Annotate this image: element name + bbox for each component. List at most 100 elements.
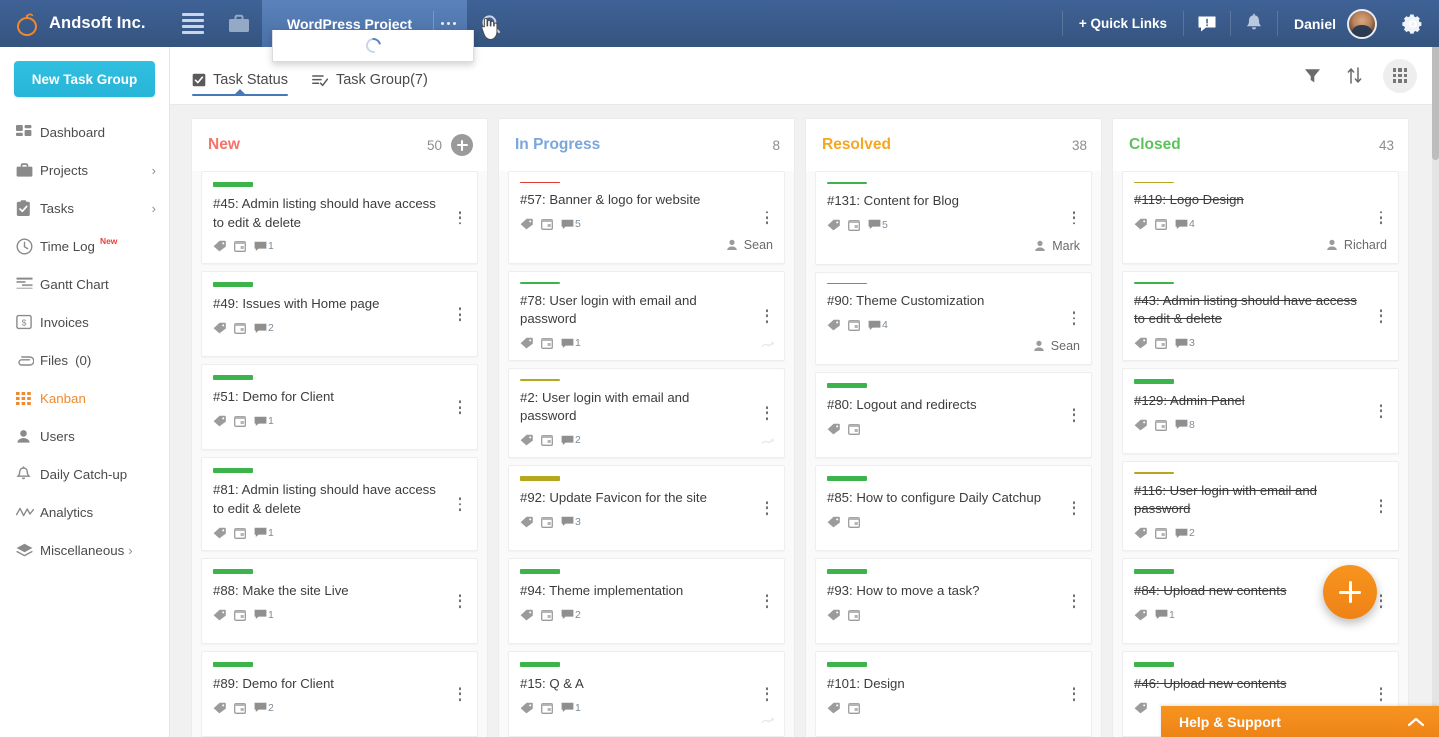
calendar-icon[interactable]: [1155, 218, 1167, 231]
calendar-icon[interactable]: [848, 319, 860, 331]
comment-group[interactable]: 2: [254, 702, 274, 714]
add-task-fab-button[interactable]: [1323, 565, 1377, 619]
card-options-kebab[interactable]: [452, 210, 468, 225]
task-card[interactable]: #81: Admin listing should have access to…: [201, 457, 478, 551]
card-options-kebab[interactable]: [452, 497, 468, 511]
tag-icon[interactable]: [1134, 337, 1147, 349]
card-options-kebab[interactable]: [1373, 210, 1389, 225]
tag-icon[interactable]: [827, 516, 840, 528]
task-card[interactable]: #49: Issues with Home page 2: [201, 271, 478, 358]
calendar-icon[interactable]: [541, 218, 553, 231]
calendar-icon[interactable]: [234, 415, 246, 428]
comment-group[interactable]: 1: [1155, 609, 1175, 621]
sidebar-item-kanban[interactable]: Kanban: [0, 379, 169, 417]
tag-icon[interactable]: [1134, 527, 1147, 539]
task-card[interactable]: #116: User login with email and password…: [1122, 461, 1399, 551]
comment-group[interactable]: 1: [561, 337, 581, 349]
task-card[interactable]: #78: User login with email and password 1: [508, 271, 785, 362]
comment-group[interactable]: 1: [254, 609, 274, 621]
comment-group[interactable]: 5: [561, 218, 581, 230]
comment-group[interactable]: 2: [561, 434, 581, 446]
task-card[interactable]: #85: How to configure Daily Catchup: [815, 465, 1092, 551]
card-options-kebab[interactable]: [452, 307, 468, 322]
grid-view-icon[interactable]: [1383, 58, 1417, 93]
tag-icon[interactable]: [520, 337, 533, 349]
comment-group[interactable]: 2: [1175, 527, 1195, 539]
comment-group[interactable]: 1: [254, 527, 274, 539]
card-options-kebab[interactable]: [759, 501, 775, 515]
tag-icon[interactable]: [1134, 419, 1147, 431]
task-assignee[interactable]: Richard: [1134, 230, 1387, 252]
sort-arrows-icon[interactable]: [1341, 63, 1367, 89]
new-task-group-button[interactable]: New Task Group: [14, 61, 155, 97]
task-card[interactable]: #45: Admin listing should have access to…: [201, 171, 478, 265]
sidebar-item-projects[interactable]: Projects ›: [0, 151, 169, 189]
card-options-kebab[interactable]: [1066, 594, 1082, 608]
add-card-button[interactable]: [451, 134, 473, 156]
task-card[interactable]: #15: Q & A 1: [508, 651, 785, 737]
calendar-icon[interactable]: [541, 337, 553, 349]
task-assignee[interactable]: Sean: [520, 230, 773, 252]
comment-group[interactable]: 4: [1175, 218, 1195, 230]
calendar-icon[interactable]: [1155, 527, 1167, 539]
help-and-support-bar[interactable]: Help & Support: [1161, 706, 1439, 737]
tag-icon[interactable]: [1134, 702, 1147, 714]
comment-group[interactable]: 3: [561, 516, 581, 528]
sidebar-item-analytics[interactable]: Analytics: [0, 493, 169, 531]
task-card[interactable]: #57: Banner & logo for website 5 Sean: [508, 171, 785, 265]
tag-icon[interactable]: [520, 702, 533, 714]
calendar-icon[interactable]: [234, 240, 246, 253]
hamburger-menu-icon[interactable]: [170, 0, 216, 47]
task-card[interactable]: #90: Theme Customization 4 Sean: [815, 271, 1092, 365]
card-options-kebab[interactable]: [452, 594, 468, 608]
comment-group[interactable]: 1: [254, 415, 274, 427]
card-options-kebab[interactable]: [759, 210, 775, 225]
sidebar-item-tasks[interactable]: Tasks ›: [0, 189, 169, 227]
card-options-kebab[interactable]: [1066, 311, 1082, 326]
avatar[interactable]: [1347, 8, 1377, 39]
calendar-icon[interactable]: [848, 516, 860, 528]
sidebar-item-gantt-chart[interactable]: Gantt Chart: [0, 265, 169, 303]
gear-icon[interactable]: [1387, 0, 1439, 47]
comment-group[interactable]: 2: [561, 609, 581, 621]
task-card[interactable]: #101: Design: [815, 651, 1092, 737]
tag-icon[interactable]: [827, 219, 840, 231]
sidebar-item-invoices[interactable]: $ Invoices: [0, 303, 169, 341]
tag-icon[interactable]: [1134, 609, 1147, 621]
calendar-icon[interactable]: [848, 219, 860, 231]
sidebar-item-daily-catch-up[interactable]: Daily Catch-up: [0, 455, 169, 493]
sidebar-item-files[interactable]: Files (0): [0, 341, 169, 379]
calendar-icon[interactable]: [541, 702, 553, 714]
tag-icon[interactable]: [520, 516, 533, 528]
search-icon[interactable]: [467, 0, 515, 47]
task-card[interactable]: #80: Logout and redirects: [815, 372, 1092, 458]
quick-links-button[interactable]: + Quick Links: [1063, 0, 1183, 47]
calendar-icon[interactable]: [848, 702, 860, 714]
calendar-icon[interactable]: [234, 322, 246, 335]
task-card[interactable]: #88: Make the site Live 1: [201, 557, 478, 644]
calendar-icon[interactable]: [541, 609, 553, 621]
calendar-icon[interactable]: [541, 434, 553, 446]
tag-icon[interactable]: [213, 702, 226, 714]
chevron-up-icon[interactable]: [1407, 716, 1425, 728]
card-options-kebab[interactable]: [1066, 210, 1082, 225]
comment-group[interactable]: 8: [1175, 419, 1195, 431]
tag-icon[interactable]: [520, 609, 533, 621]
card-options-kebab[interactable]: [759, 594, 775, 608]
card-options-kebab[interactable]: [1373, 404, 1389, 418]
announcement-icon[interactable]: [1184, 0, 1230, 47]
drag-handle[interactable]: [761, 437, 774, 448]
task-card[interactable]: #131: Content for Blog 5 Mark: [815, 171, 1092, 265]
task-card[interactable]: #94: Theme implementation 2: [508, 558, 785, 644]
page-scrollbar[interactable]: [1432, 0, 1439, 737]
tag-icon[interactable]: [827, 702, 840, 714]
card-options-kebab[interactable]: [1066, 687, 1082, 701]
task-assignee[interactable]: Sean: [827, 331, 1080, 353]
task-card[interactable]: #93: How to move a task?: [815, 558, 1092, 644]
card-options-kebab[interactable]: [1373, 687, 1389, 701]
tag-icon[interactable]: [213, 415, 226, 427]
tag-icon[interactable]: [827, 609, 840, 621]
user-menu[interactable]: Daniel: [1278, 0, 1387, 47]
sidebar-item-miscellaneous[interactable]: Miscellaneous ›: [0, 531, 169, 569]
card-options-kebab[interactable]: [1373, 309, 1389, 323]
